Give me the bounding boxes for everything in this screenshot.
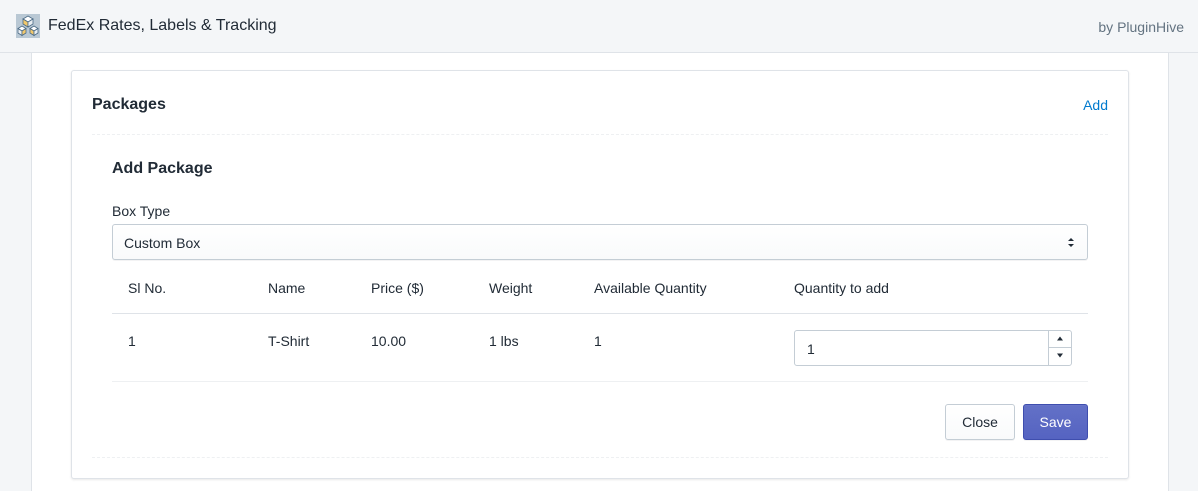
increment-button[interactable] (1049, 331, 1071, 348)
caret-up-icon (1057, 336, 1063, 341)
box-type-select[interactable]: Custom Box (112, 224, 1088, 260)
cell-name: T-Shirt (268, 333, 310, 349)
cell-available-quantity: 1 (594, 333, 602, 349)
close-button[interactable]: Close (945, 404, 1015, 440)
cell-price: 10.00 (371, 333, 407, 349)
add-package-link[interactable]: Add (1083, 96, 1108, 114)
header-name: Name (268, 280, 306, 296)
add-package-title: Add Package (112, 160, 213, 177)
header-quantity-to-add: Quantity to add (794, 280, 889, 296)
box-type-label: Box Type (112, 203, 171, 219)
header-price: Price ($) (371, 280, 424, 296)
quantity-to-add-input[interactable]: 1 (794, 330, 1072, 366)
quantity-stepper[interactable] (1048, 331, 1071, 365)
caret-down-icon (1057, 353, 1063, 358)
header-weight: Weight (489, 280, 533, 296)
quantity-to-add-value: 1 (807, 341, 815, 357)
decrement-button[interactable] (1049, 348, 1071, 365)
packages-card: Packages Add Add Package Box Type Custom… (71, 70, 1129, 479)
vendor-byline: by PluginHive (1098, 19, 1184, 35)
table-row: 1 T-Shirt 10.00 1 lbs 1 1 (112, 314, 1088, 382)
package-boxes-icon (16, 14, 40, 38)
app-title: FedEx Rates, Labels & Tracking (48, 17, 277, 34)
header-sl-no: Sl No. (128, 280, 167, 296)
box-type-selected-value: Custom Box (124, 235, 201, 251)
save-button[interactable]: Save (1023, 404, 1088, 440)
cell-weight: 1 lbs (489, 333, 519, 349)
packages-table-header: Sl No. Name Price ($) Weight Available Q… (112, 263, 1088, 314)
app-header: FedEx Rates, Labels & Tracking by Plugin… (0, 0, 1198, 53)
cell-sl-no: 1 (128, 333, 136, 349)
select-arrows-icon (1067, 236, 1075, 249)
header-available-quantity: Available Quantity (594, 280, 707, 296)
add-package-section: Add Package Box Type Custom Box Sl No. N… (92, 134, 1108, 458)
packages-card-title: Packages (92, 96, 166, 113)
